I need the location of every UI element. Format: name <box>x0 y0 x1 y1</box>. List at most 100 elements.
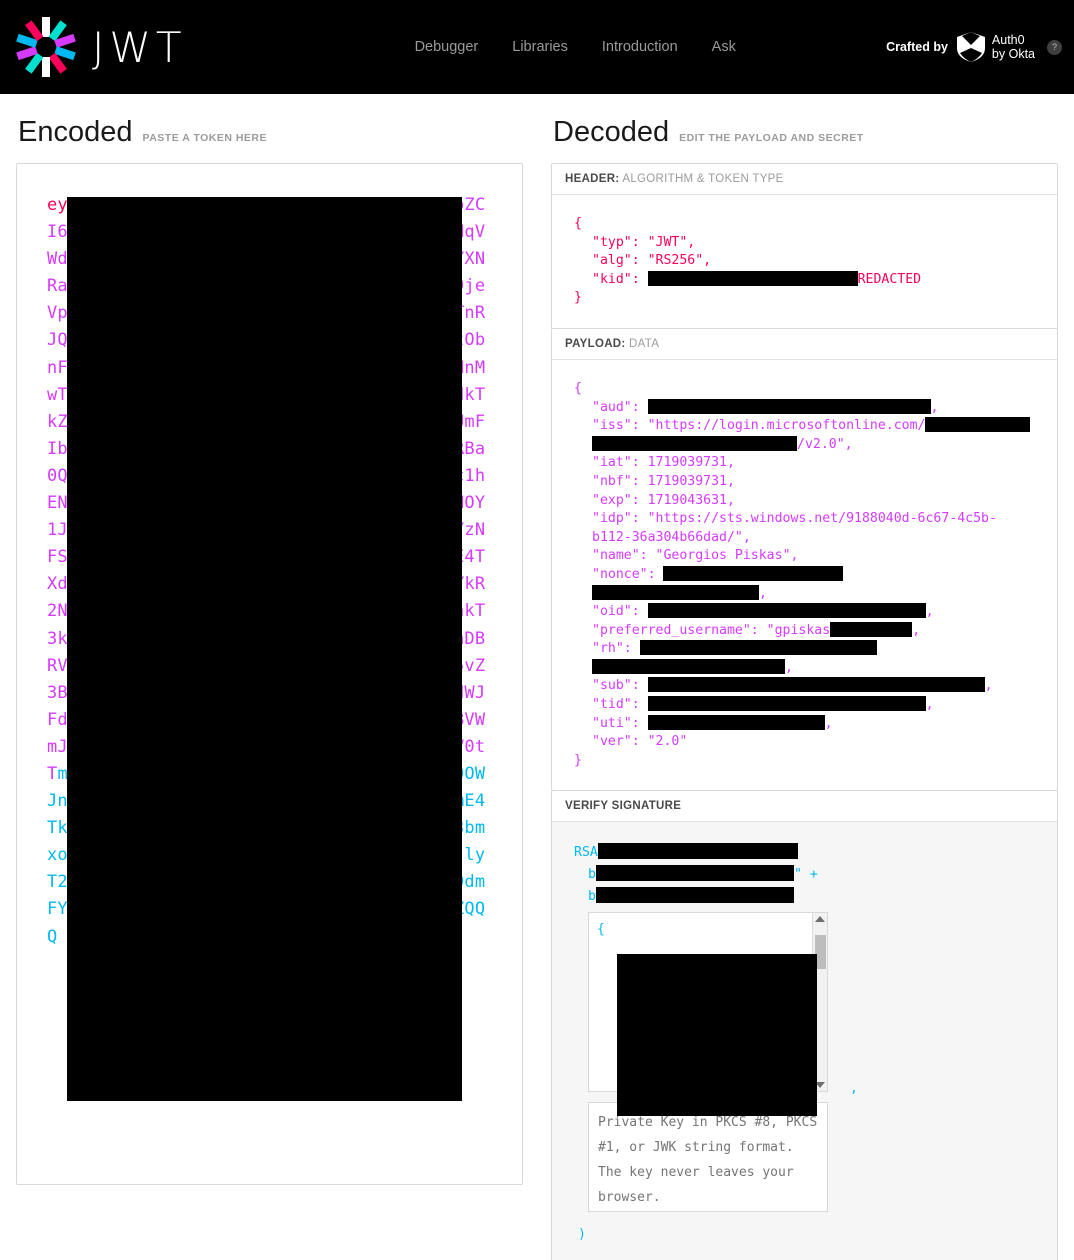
sig-plus: + <box>809 867 818 883</box>
nav-link-ask[interactable]: Ask <box>712 39 736 55</box>
json-comma: , <box>930 399 939 415</box>
json-key: "nbf": <box>592 473 648 489</box>
json-comma: , <box>726 473 735 489</box>
public-key-scrollbar[interactable] <box>812 913 827 1092</box>
signature-algo-label: RSA <box>574 845 598 861</box>
json-comma: , <box>726 492 735 508</box>
redacted-value <box>647 270 858 286</box>
auth0-shield-icon <box>956 32 985 62</box>
public-key-trailing-comma: , <box>850 1081 858 1097</box>
redacted-value <box>663 565 844 581</box>
json-key: "aud": <box>592 399 648 415</box>
top-navbar: JWT Debugger Libraries Introduction Ask … <box>0 0 1074 94</box>
scrollbar-thumb[interactable] <box>815 935 826 970</box>
header-panel-label: HEADER: ALGORITHM & TOKEN TYPE <box>552 164 1057 195</box>
json-value: "Georgios Piskas" <box>655 548 791 564</box>
json-comma: , <box>925 697 934 713</box>
redacted-value <box>592 584 759 600</box>
redacted-value <box>592 435 797 451</box>
crafted-by-block: Crafted by Auth0 by Okta ? <box>886 31 1062 63</box>
json-line: "typ": "JWT", <box>574 234 1035 253</box>
json-line: "preferred_username": "gpiskas, <box>574 621 1035 641</box>
json-key: "typ": <box>592 234 648 250</box>
decoded-title: Decoded <box>553 116 670 148</box>
json-key: "rh": <box>592 641 640 657</box>
signature-label-bold: VERIFY SIGNATURE <box>565 800 682 813</box>
signature-body: RSA b " + b { , ) <box>552 822 1057 1260</box>
json-line: "idp": "https://sts.windows.net/9188040d… <box>574 510 1035 547</box>
json-key: "tid": <box>592 697 648 713</box>
public-key-input[interactable]: { <box>588 912 828 1093</box>
main-columns: Encoded PASTE A TOKEN HERE eyJ0eXAiOiJKV… <box>0 94 1074 1260</box>
help-icon[interactable]: ? <box>1047 39 1062 55</box>
json-value: 1719043631 <box>647 492 727 508</box>
sig-b1-quote: " <box>793 867 802 883</box>
redacted-value <box>647 696 926 712</box>
json-key: "preferred_username": <box>592 622 767 638</box>
json-comma: , <box>759 585 767 601</box>
nav-link-introduction[interactable]: Introduction <box>602 39 678 55</box>
payload-label-rest: DATA <box>625 337 660 350</box>
signature-panel: VERIFY SIGNATURE RSA b " + b { , Private… <box>551 790 1058 1260</box>
scroll-up-arrow-icon[interactable] <box>815 916 825 923</box>
json-comma: , <box>912 622 921 638</box>
json-key: "nonce": <box>592 566 664 582</box>
json-comma: , <box>824 715 833 731</box>
payload-panel: PAYLOAD: DATA { "aud": , "iss": "https://l… <box>551 327 1058 792</box>
json-key: "uti": <box>592 715 648 731</box>
header-label-bold: HEADER: <box>565 173 620 185</box>
token-signature-part: mFhaGw0czlSZmFpNXdVN0pkWFBNTWpPMGs1eHN0O… <box>47 763 486 947</box>
redacted-value <box>647 398 931 414</box>
json-line: "name": "Georgios Piskas", <box>574 547 1035 566</box>
json-value: REDACTED <box>857 271 922 287</box>
json-comma: , <box>687 234 696 250</box>
encoded-token-text[interactable]: eyJ0eXAiOiJKV1QiLCJhbGciOiJSUzI1NiIsImtp… <box>47 192 492 951</box>
json-key: "exp": <box>592 492 648 508</box>
json-comma: , <box>742 529 751 545</box>
decoded-subtitle: EDIT THE PAYLOAD AND SECRET <box>679 132 864 144</box>
private-key-input[interactable] <box>588 1102 828 1213</box>
json-value: 1719039731 <box>647 473 727 489</box>
brand-logo[interactable]: JWT <box>14 15 187 79</box>
scroll-down-arrow-icon[interactable] <box>815 1082 825 1089</box>
decoded-column: Decoded EDIT THE PAYLOAD AND SECRET HEAD… <box>551 94 1058 1260</box>
json-comma: , <box>785 659 793 675</box>
json-key: "oid": <box>592 604 648 620</box>
auth0-parent: by Okta <box>991 47 1035 61</box>
json-value: /v2.0" <box>797 436 845 452</box>
json-line: { <box>574 380 582 396</box>
json-key: "idp": <box>592 511 648 527</box>
redacted-value <box>925 417 1031 433</box>
json-comma: , <box>844 436 853 452</box>
json-line: } <box>574 290 582 306</box>
json-line: } <box>574 752 582 768</box>
json-line: "rh": , <box>574 640 1035 677</box>
nav-link-libraries[interactable]: Libraries <box>512 39 568 55</box>
json-line: "ver": "2.0" <box>574 733 1035 752</box>
header-label-rest: ALGORITHM & TOKEN TYPE <box>619 173 784 185</box>
json-line: "sub": , <box>574 677 1035 696</box>
json-key: "ver": <box>592 734 648 750</box>
json-value: "gpiskas <box>766 622 831 638</box>
signature-close-paren: ) <box>578 1227 586 1243</box>
redacted-value <box>592 658 785 674</box>
auth0-logo[interactable]: Auth0 by Okta <box>956 31 1035 63</box>
signature-line-b2: b <box>574 886 1035 908</box>
payload-label-bold: PAYLOAD: <box>565 337 626 350</box>
sig-b2-text: b <box>588 889 596 905</box>
json-line: "kid": REDACTED <box>574 270 1035 290</box>
json-value: "2.0" <box>647 734 688 750</box>
json-comma: , <box>790 548 799 564</box>
header-json[interactable]: {"typ": "JWT", "alg": "RS256", "kid": REDA… <box>552 195 1057 328</box>
json-line: "exp": 1719043631, <box>574 492 1035 511</box>
nav-link-debugger[interactable]: Debugger <box>415 39 479 55</box>
json-value: "https://login.microsoftonline.com/ <box>647 418 926 434</box>
json-key: "iss": <box>592 418 648 434</box>
redacted-value <box>830 621 913 637</box>
encoded-token-input[interactable]: eyJ0eXAiOiJKV1QiLCJhbGciOiJSUzI1NiIsImtp… <box>16 163 523 1185</box>
json-comma: , <box>726 455 735 471</box>
redacted-value <box>639 640 877 656</box>
payload-json[interactable]: { "aud": , "iss": "https://login.microsoft… <box>552 360 1057 790</box>
signature-panel-label: VERIFY SIGNATURE <box>552 791 1057 823</box>
json-comma: , <box>925 604 934 620</box>
